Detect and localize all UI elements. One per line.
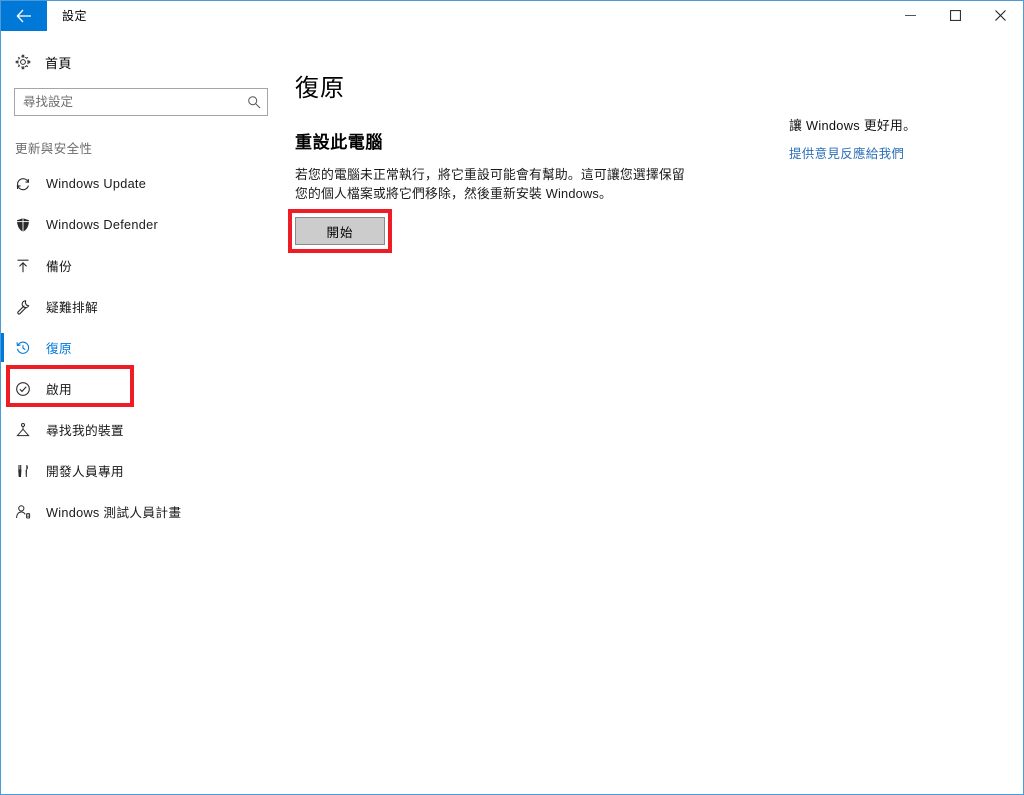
sidebar-item-home[interactable]: 首頁 (1, 48, 282, 76)
aside-feedback: 讓 Windows 更好用。 提供意見反應給我們 (789, 115, 999, 163)
history-clock-icon (15, 340, 37, 356)
back-button[interactable] (1, 0, 47, 31)
sidebar-item-windows-defender[interactable]: Windows Defender (1, 204, 282, 245)
sidebar-item-recovery[interactable]: 復原 (1, 327, 282, 368)
search-box[interactable] (14, 88, 268, 116)
titlebar: 設定 (1, 0, 1023, 31)
sidebar-item-activation[interactable]: 啟用 (1, 368, 282, 409)
window-body: 首頁 更新與安全性 (1, 31, 1023, 794)
window-title: 設定 (62, 8, 88, 23)
sidebar-nav-list: Windows Update Windows Defender 備份 疑難排解 … (1, 163, 282, 532)
close-icon (995, 10, 1006, 21)
sidebar-item-label: 開發人員專用 (46, 465, 124, 479)
send-feedback-link[interactable]: 提供意見反應給我們 (789, 147, 904, 161)
person-insider-icon (15, 504, 37, 520)
search-input[interactable] (15, 95, 241, 109)
minimize-icon (905, 10, 916, 21)
sidebar-item-windows-insider-program[interactable]: Windows 測試人員計畫 (1, 491, 282, 532)
window-controls (888, 0, 1023, 30)
maximize-button[interactable] (933, 0, 978, 31)
back-arrow-icon (16, 9, 32, 23)
sidebar-item-label: Windows Defender (46, 217, 158, 232)
upload-arrow-icon (15, 258, 37, 274)
search-icon (241, 95, 267, 109)
tools-icon (15, 463, 37, 479)
page-title: 復原 (295, 75, 345, 102)
sidebar-group-header: 更新與安全性 (15, 142, 93, 156)
section-description: 若您的電腦未正常執行，將它重設可能會有幫助。這可讓您選擇保留您的個人檔案或將它們… (295, 167, 685, 201)
sidebar-home-label: 首頁 (45, 55, 72, 71)
main-content: 復原 重設此電腦 若您的電腦未正常執行，將它重設可能會有幫助。這可讓您選擇保留您… (282, 31, 1023, 794)
check-circle-icon (15, 381, 37, 397)
find-device-icon (15, 422, 37, 438)
sidebar: 首頁 更新與安全性 (1, 31, 282, 794)
maximize-icon (950, 10, 961, 21)
window-top-border (1, 0, 1023, 1)
sidebar-item-windows-update[interactable]: Windows Update (1, 163, 282, 204)
minimize-button[interactable] (888, 0, 933, 31)
sidebar-item-label: Windows Update (46, 176, 147, 191)
start-button[interactable]: 開始 (295, 217, 385, 245)
sidebar-item-label: 復原 (46, 342, 72, 356)
sidebar-item-backup[interactable]: 備份 (1, 245, 282, 286)
gear-icon (15, 54, 39, 70)
sidebar-item-label: 尋找我的裝置 (46, 424, 124, 438)
sidebar-item-troubleshoot[interactable]: 疑難排解 (1, 286, 282, 327)
sidebar-item-label: 備份 (46, 260, 72, 274)
sidebar-item-find-my-device[interactable]: 尋找我的裝置 (1, 409, 282, 450)
wrench-icon (15, 299, 37, 315)
sidebar-item-label: 啟用 (46, 383, 72, 397)
settings-window: 設定 首頁 尋找設定 更新與安全性 Windows Update Windows… (0, 0, 1024, 795)
sidebar-item-label: 疑難排解 (46, 301, 98, 315)
sidebar-item-for-developers[interactable]: 開發人員專用 (1, 450, 282, 491)
refresh-icon (15, 176, 37, 192)
shield-icon (15, 217, 37, 233)
close-button[interactable] (978, 0, 1023, 31)
start-button-wrap: 開始 (288, 209, 392, 253)
sidebar-item-label: Windows 測試人員計畫 (46, 506, 182, 520)
aside-title: 讓 Windows 更好用。 (789, 118, 917, 133)
